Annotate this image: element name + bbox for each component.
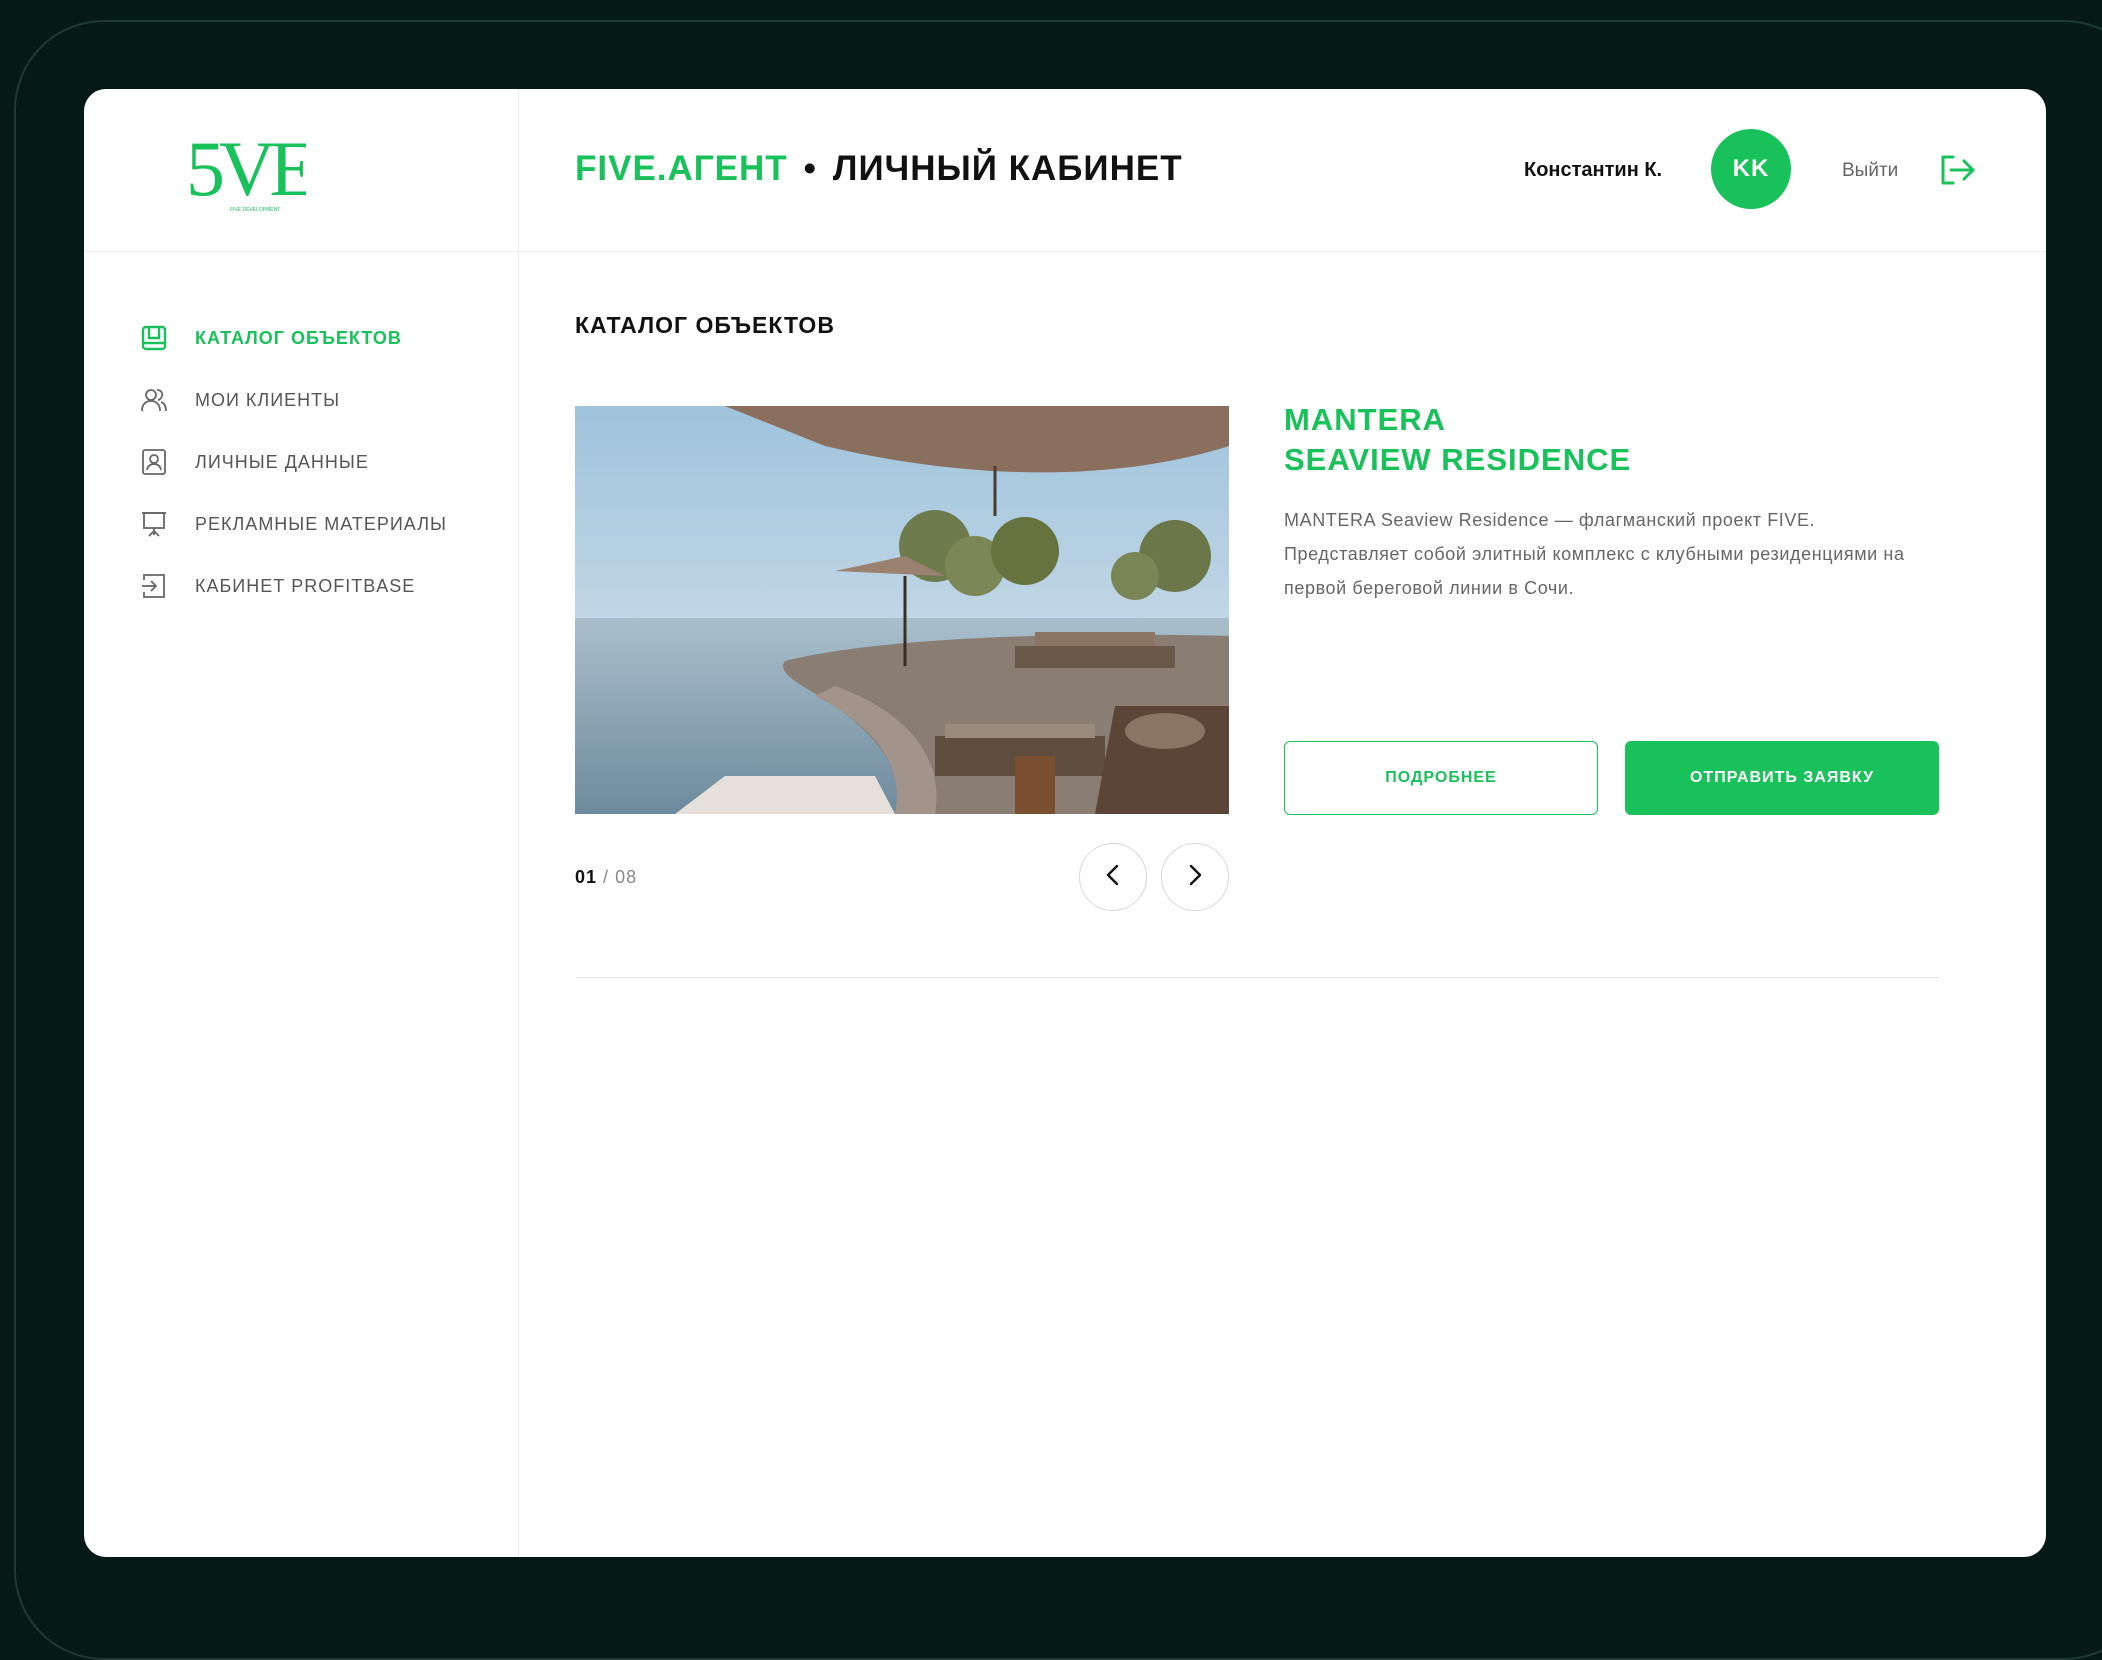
sidebar-item-label: МОИ КЛИЕНТЫ bbox=[195, 389, 341, 410]
section-name: ЛИЧНЫЙ КАБИНЕТ bbox=[832, 149, 1183, 188]
project-title-line1: MANTERA bbox=[1284, 402, 1446, 437]
avatar[interactable]: KK bbox=[1711, 129, 1791, 209]
catalog-icon bbox=[139, 323, 169, 353]
logout-icon[interactable] bbox=[1939, 153, 1977, 192]
slide-counter: 01 / 08 bbox=[575, 867, 637, 888]
project-title-line2: SEAVIEW RESIDENCE bbox=[1284, 442, 1632, 477]
sidebar-item-label: КАТАЛОГ ОБЪЕКТОВ bbox=[195, 327, 402, 348]
presentation-board-icon bbox=[139, 509, 169, 539]
project-description: MANTERA Seaview Residence — флагманский … bbox=[1284, 510, 1905, 598]
content-divider bbox=[575, 977, 1940, 978]
login-icon bbox=[139, 571, 169, 601]
slide-separator: / bbox=[603, 867, 610, 887]
slide-total: 08 bbox=[615, 867, 638, 887]
sidebar-item-label: ЛИЧНЫЕ ДАННЫЕ bbox=[195, 451, 369, 472]
chevron-left-icon bbox=[1104, 864, 1122, 891]
user-name: Константин К. bbox=[1524, 159, 1663, 181]
sidebar-item-clients[interactable]: МОИ КЛИЕНТЫ bbox=[139, 369, 447, 431]
sidebar-nav: КАТАЛОГ ОБЪЕКТОВ МОИ КЛИЕНТЫ ЛИЧНЫЕ ДАНН… bbox=[139, 307, 447, 617]
sidebar-item-catalog[interactable]: КАТАЛОГ ОБЪЕКТОВ bbox=[139, 307, 447, 369]
header: FIVE.АГЕНТ • ЛИЧНЫЙ КАБИНЕТ Константин К. … bbox=[519, 89, 2046, 252]
more-details-button[interactable]: ПОДРОБНЕЕ bbox=[1284, 741, 1598, 815]
submit-request-button[interactable]: ОТПРАВИТЬ ЗАЯВКУ bbox=[1625, 741, 1939, 815]
five-logo: 5VE FIVE DEVELOPMENT bbox=[186, 125, 306, 213]
project-title: MANTERA SEAVIEW RESIDENCE bbox=[1284, 400, 1631, 480]
logout-link[interactable]: Выйти bbox=[1842, 160, 1898, 182]
logo-area: 5VE FIVE DEVELOPMENT bbox=[84, 89, 519, 252]
sidebar-item-profitbase[interactable]: КАБИНЕТ PROFITBASE bbox=[139, 555, 447, 617]
project-image bbox=[575, 406, 1229, 814]
slide-current: 01 bbox=[575, 867, 598, 887]
sidebar-item-label: КАБИНЕТ PROFITBASE bbox=[195, 575, 416, 596]
profile-card-icon bbox=[139, 447, 169, 477]
main-content: КАТАЛОГ ОБЪЕКТОВ 01 / 08 MANTERA SEAVIEW… bbox=[575, 252, 2046, 1557]
page-header-title: FIVE.АГЕНТ • ЛИЧНЫЙ КАБИНЕТ bbox=[575, 149, 1183, 189]
page-title: КАТАЛОГ ОБЪЕКТОВ bbox=[575, 312, 835, 338]
title-separator: • bbox=[803, 149, 817, 188]
app-window: 5VE FIVE DEVELOPMENT КАТАЛОГ ОБЪЕКТОВ МО… bbox=[84, 89, 2046, 1557]
sidebar: 5VE FIVE DEVELOPMENT КАТАЛОГ ОБЪЕКТОВ МО… bbox=[84, 89, 519, 1557]
users-icon bbox=[139, 385, 169, 415]
sidebar-item-personal-data[interactable]: ЛИЧНЫЕ ДАННЫЕ bbox=[139, 431, 447, 493]
prev-slide-button[interactable] bbox=[1079, 843, 1147, 911]
next-slide-button[interactable] bbox=[1161, 843, 1229, 911]
sidebar-item-ad-materials[interactable]: РЕКЛАМНЫЕ МАТЕРИАЛЫ bbox=[139, 493, 447, 555]
chevron-right-icon bbox=[1186, 864, 1204, 891]
svg-text:FIVE DEVELOPMENT: FIVE DEVELOPMENT bbox=[230, 207, 280, 213]
svg-text:5VE: 5VE bbox=[186, 125, 306, 212]
sidebar-item-label: РЕКЛАМНЫЕ МАТЕРИАЛЫ bbox=[195, 513, 447, 534]
brand-name: FIVE.АГЕНТ bbox=[575, 149, 788, 188]
